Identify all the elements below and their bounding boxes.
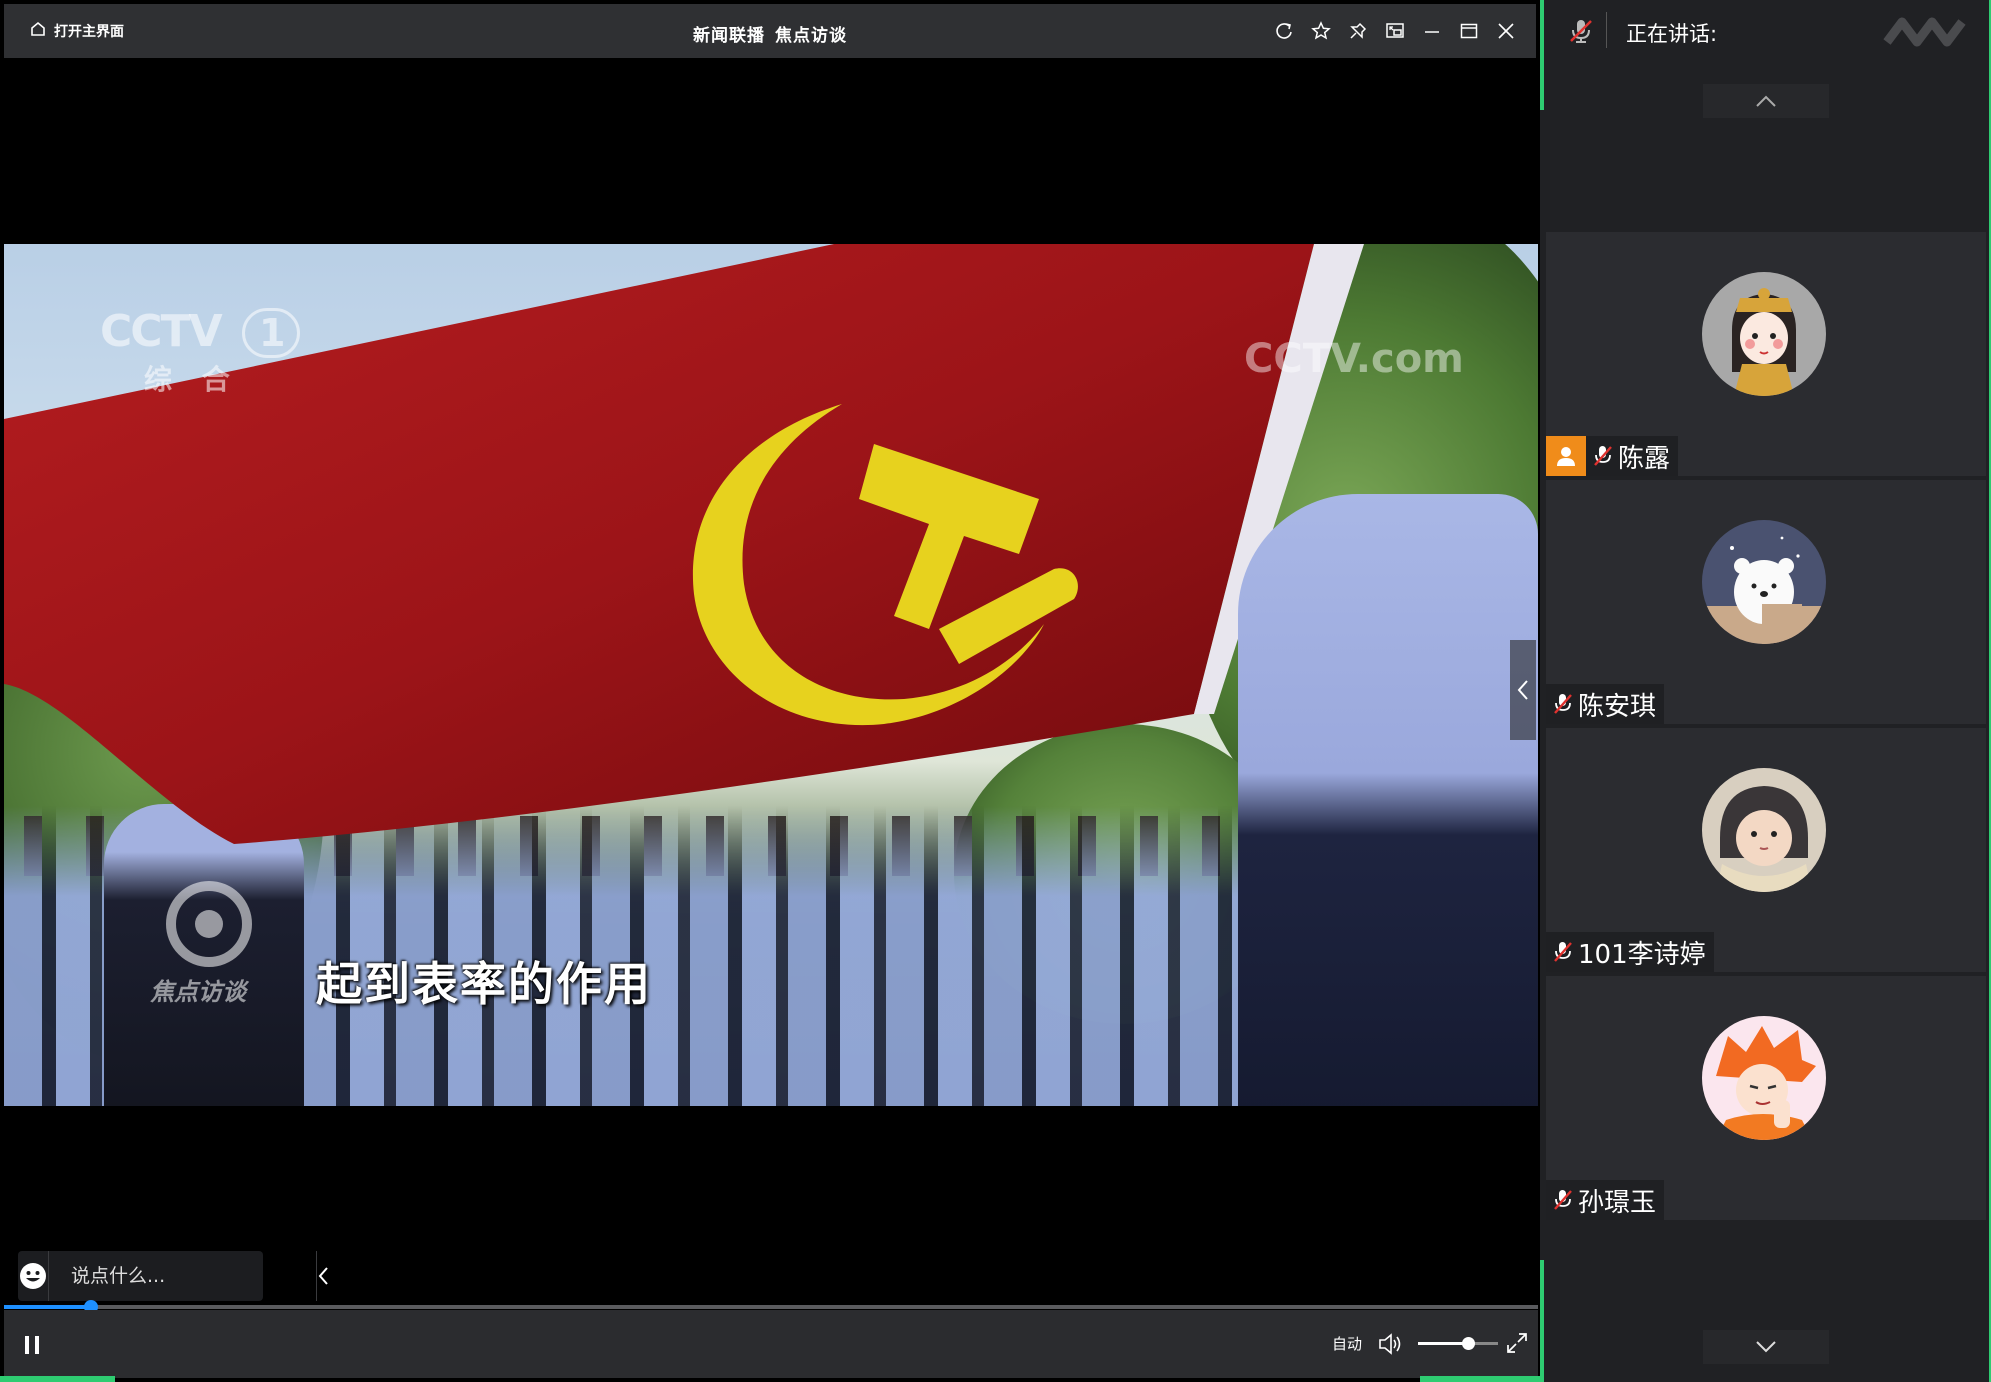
mic-muted-icon (1550, 1180, 1576, 1220)
participant-tile[interactable]: 101李诗婷 (1546, 728, 1986, 972)
pin-icon (1350, 22, 1367, 39)
person-icon (1557, 447, 1575, 466)
chevron-up-icon (1756, 95, 1776, 107)
participant-name: 101李诗婷 (1578, 939, 1706, 970)
collapse-comment-button[interactable] (316, 1251, 331, 1301)
maximize-button[interactable] (1457, 19, 1481, 43)
participant-name-bar: 孙璟玉 (1546, 1180, 1665, 1220)
participant-name-bar: 101李诗婷 (1546, 932, 1714, 972)
host-badge (1546, 436, 1586, 476)
speaker-icon (1379, 1333, 1401, 1355)
volume-slider[interactable] (1418, 1337, 1498, 1350)
comment-input[interactable] (49, 1250, 316, 1302)
channel-logo: CCTV 1 (100, 306, 301, 358)
foreground-person-right (1238, 494, 1538, 1106)
channel-logo-number: 1 (241, 308, 301, 358)
cctv-watermark: CCTV.com (1244, 336, 1464, 382)
fullscreen-button[interactable] (1504, 1330, 1532, 1358)
program-logo: 焦点访谈 (150, 978, 246, 1006)
mic-muted-icon[interactable] (1566, 16, 1596, 46)
window-accent-left (0, 1376, 115, 1382)
picture-in-picture-button[interactable] (1383, 19, 1407, 43)
pin-button[interactable] (1346, 19, 1370, 43)
progress-fill (4, 1305, 92, 1309)
participant-name: 陈安琪 (1578, 691, 1657, 722)
participants-panel: 正在讲话: 陈露 陈安琪 101李诗婷 孙璟玉 (1540, 0, 1991, 1382)
minimize-icon (1425, 31, 1439, 33)
participant-name: 陈露 (1618, 443, 1671, 474)
expand-icon (1507, 1333, 1527, 1353)
panel-header: 正在讲话: (1544, 0, 1991, 62)
chevron-down-icon (1756, 1341, 1776, 1353)
program-swirl-icon (166, 881, 252, 967)
volume-fill (1418, 1342, 1468, 1345)
window-title-part1: 新闻联播 (693, 26, 765, 46)
video-player-window: 打开主界面 新闻联播 焦点访谈 CCTV 1 综 合 CCTV.com 焦点访谈… (0, 0, 1540, 1382)
participant-tile[interactable]: 陈露 (1546, 232, 1986, 476)
mic-muted-icon (1590, 436, 1616, 476)
participant-tile[interactable]: 陈安琪 (1546, 480, 1986, 724)
maximize-icon (1460, 23, 1478, 39)
participant-name-bar: 陈露 (1546, 436, 1679, 476)
scroll-down-button[interactable] (1703, 1330, 1829, 1364)
video-subtitle: 起到表率的作用 (316, 957, 652, 1011)
volume-button[interactable] (1376, 1330, 1404, 1358)
star-icon (1311, 21, 1331, 40)
mic-muted-icon (1550, 684, 1576, 724)
header-divider (1606, 12, 1607, 48)
cartoon-empress-avatar (1702, 272, 1826, 396)
emoji-button[interactable] (18, 1251, 49, 1301)
side-panel-toggle-button[interactable] (1510, 640, 1536, 740)
panel-edge-mask (1540, 110, 1544, 1260)
participant-name-bar: 陈安琪 (1546, 684, 1665, 724)
picture-in-picture-icon (1386, 23, 1404, 38)
child-photo-avatar (1702, 768, 1826, 892)
quality-selector[interactable]: 自动 (1332, 1333, 1362, 1354)
window-title-part2: 焦点访谈 (775, 26, 847, 46)
close-button[interactable] (1494, 19, 1518, 43)
volume-handle[interactable] (1461, 1337, 1475, 1350)
app-logo-icon (1883, 17, 1966, 47)
chevron-left-icon (1517, 680, 1528, 700)
scroll-up-button[interactable] (1703, 84, 1829, 118)
anime-boy-avatar (1702, 1016, 1826, 1140)
channel-logo-sub: 综 合 (144, 363, 240, 396)
minimize-button[interactable] (1420, 19, 1444, 43)
program-logo-emblem (154, 874, 264, 974)
title-bar: 打开主界面 新闻联播 焦点访谈 (4, 4, 1536, 58)
chevron-left-icon (318, 1267, 328, 1285)
pause-icon (25, 1336, 39, 1354)
app-logo (1882, 12, 1972, 52)
pause-button[interactable] (16, 1330, 48, 1360)
favorite-button[interactable] (1309, 19, 1333, 43)
comment-bar (18, 1250, 328, 1302)
speaking-label: 正在讲话: (1626, 22, 1718, 46)
participant-name: 孙璟玉 (1578, 1187, 1657, 1218)
video-frame[interactable]: CCTV 1 综 合 CCTV.com 焦点访谈 起到表率的作用 (4, 244, 1538, 1106)
window-accent-right (1420, 1376, 1540, 1382)
refresh-icon (1276, 23, 1292, 39)
close-icon (1498, 23, 1514, 39)
polar-bear-avatar (1702, 520, 1826, 644)
refresh-button[interactable] (1272, 19, 1296, 43)
participant-tile[interactable]: 孙璟玉 (1546, 976, 1986, 1220)
mic-muted-icon (1550, 932, 1576, 972)
channel-logo-text: CCTV (100, 306, 223, 357)
progress-bar[interactable] (4, 1300, 1538, 1314)
window-controls (1272, 19, 1518, 43)
player-control-bar: 自动 (4, 1310, 1538, 1378)
mic-muted-icon-svg (1570, 20, 1592, 43)
smiley-icon (20, 1263, 46, 1289)
